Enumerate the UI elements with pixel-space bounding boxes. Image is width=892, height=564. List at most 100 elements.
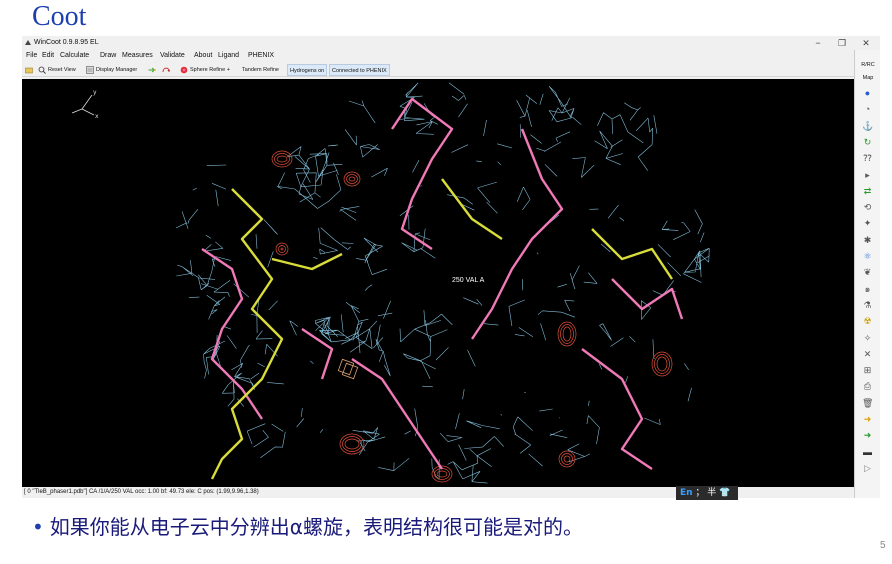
bullet-point: • 如果你能从电子云中分辨出α螺旋，表明结构很可能是对的。 (32, 512, 583, 542)
close-button[interactable]: ✕ (854, 36, 878, 50)
ime-extra: ； 半 👕 (695, 488, 731, 498)
menu-bar: File Edit Calculate Draw Measures Valida… (22, 50, 880, 62)
arrow-green-icon[interactable]: ➜ (862, 430, 873, 441)
rotate-green-icon[interactable]: ↻ (862, 137, 873, 148)
anchor-icon[interactable]: ⚓ (862, 121, 873, 132)
menu-edit[interactable]: Edit (42, 50, 54, 62)
density-blob (352, 408, 430, 471)
diff-blob (651, 351, 673, 377)
pen-x-icon[interactable]: ✕ (862, 349, 873, 360)
printer-icon[interactable]: ⎙ (862, 381, 873, 392)
trash-icon[interactable]: 🗑 (862, 398, 873, 409)
wand-icon[interactable]: ✧ (862, 333, 873, 344)
display-manager-label: Display Manager (96, 67, 138, 73)
clock-icon[interactable]: ◔ (862, 104, 873, 115)
density-blob (431, 432, 504, 484)
slide-title: Coot (32, 1, 87, 32)
density-blob (594, 102, 658, 171)
open-file-button[interactable] (25, 63, 35, 77)
ime-indicator[interactable]: En ； 半 👕 (676, 486, 738, 500)
window-title: WinCoot 0.9.8.95 EL (34, 39, 99, 46)
phenix-connection-button[interactable]: Connected to PHENIX (329, 64, 390, 76)
ca-trace (391, 97, 454, 250)
reset-view-button[interactable]: Reset View (38, 63, 76, 77)
folder-icon (25, 67, 33, 73)
density-blob (451, 119, 542, 214)
molecule-scene: y x 250 VAL A (71, 82, 710, 484)
page-number: 5 (880, 540, 886, 551)
bullet-text: 如果你能从电子云中分辨出α螺旋，表明结构很可能是对的。 (49, 515, 583, 539)
density-blob (599, 336, 692, 425)
go-to-atom-button[interactable] (148, 63, 158, 77)
molecule-icon[interactable]: ✱ (862, 235, 873, 246)
flask-icon[interactable]: ⚗ (862, 300, 873, 311)
magnifier-icon (38, 66, 46, 74)
axis-x-label: x (95, 113, 99, 120)
graphics-viewport[interactable]: y x 250 VAL A (22, 79, 854, 487)
blue-sphere-icon[interactable]: ● (862, 88, 873, 99)
display-manager-button[interactable]: Display Manager (86, 63, 137, 77)
display-manager-icon (86, 65, 94, 74)
density-blob (399, 185, 473, 259)
minus-bar-icon[interactable]: ▬ (862, 447, 873, 458)
diff-blob (557, 321, 577, 347)
ca-trace (271, 252, 343, 271)
green-flip-icon[interactable]: ⇄ (862, 186, 873, 197)
question-arrow-icon[interactable]: ⁇ (862, 153, 873, 164)
menu-file[interactable]: File (26, 50, 37, 62)
density-blob (512, 400, 600, 467)
diff-blob (271, 150, 293, 168)
hydrogens-toggle[interactable]: Hydrogens on (287, 64, 328, 76)
menu-validate[interactable]: Validate (160, 50, 185, 62)
ca-trace (581, 348, 653, 470)
toolbar: Reset View Display Manager Sphere Refine… (22, 63, 854, 77)
plus-box-icon[interactable]: ⊞ (862, 365, 873, 376)
atom-label: 250 VAL A (452, 277, 485, 284)
density-blob (313, 206, 388, 291)
tandem-refine-button[interactable]: Tandem Refine (242, 63, 279, 77)
density-blob (373, 300, 453, 380)
sphere-refine-label: Sphere Refine + (190, 67, 230, 73)
density-blob (175, 164, 282, 261)
sphere-refine-button[interactable]: Sphere Refine + (180, 63, 230, 77)
play-icon[interactable]: ▷ (862, 463, 873, 474)
difference-map-mesh (271, 150, 673, 483)
density-blob (328, 100, 420, 178)
restore-button[interactable]: ❐ (830, 36, 854, 50)
menu-ligand[interactable]: Ligand (218, 50, 239, 62)
density-blob (203, 334, 265, 407)
ca-trace (591, 228, 673, 280)
ca-trace (210, 188, 284, 480)
menu-phenix[interactable]: PHENIX (248, 50, 274, 62)
coot-app-icon (25, 40, 31, 45)
ime-mode: En (680, 488, 693, 498)
menu-calculate[interactable]: Calculate (60, 50, 89, 62)
diff-blob (339, 433, 365, 455)
pin-icon[interactable]: ✦ (862, 218, 873, 229)
density-blob (657, 209, 710, 292)
map-button[interactable]: Map (855, 75, 881, 81)
radiation-icon[interactable]: ☢ (862, 316, 873, 327)
blue-atom-icon[interactable]: ⚛ (862, 251, 873, 262)
backbone-trace (201, 97, 684, 480)
wincoot-window: WinCoot 0.9.8.95 EL − ❐ ✕ File Edit Calc… (22, 36, 880, 498)
bullet-icon: • (32, 515, 44, 539)
ca-trace (471, 128, 564, 340)
right-toolbar: R/RC Map ● ◔ ⚓ ↻ ⁇ ▸ ⇄ ⟲ ✦ ✱ ⚛ ❦ ๑ ⚗ ☢ ✧ ✕ ⊞ ⎙ 🗑 ➜ ➜ ▬ ▷ (854, 50, 880, 498)
minimize-button[interactable]: − (806, 36, 830, 50)
reset-view-label: Reset View (48, 67, 76, 73)
arrow-yellow-icon[interactable]: ➜ (862, 414, 873, 425)
density-blob (396, 82, 468, 135)
menu-measures[interactable]: Measures (122, 50, 153, 62)
rrc-button[interactable]: R/RC (855, 62, 881, 68)
small-arrow-icon[interactable]: ▸ (862, 170, 873, 181)
ca-trace (301, 328, 334, 380)
diff-blob (275, 242, 289, 256)
leaf-icon[interactable]: ❦ (862, 267, 873, 278)
menu-draw[interactable]: Draw (100, 50, 116, 62)
refresh-icon[interactable]: ⟲ (862, 202, 873, 213)
rotate-translate-button[interactable] (162, 63, 172, 77)
density-blob (176, 241, 231, 320)
menu-about[interactable]: About (194, 50, 212, 62)
swirl-icon[interactable]: ๑ (862, 284, 873, 295)
